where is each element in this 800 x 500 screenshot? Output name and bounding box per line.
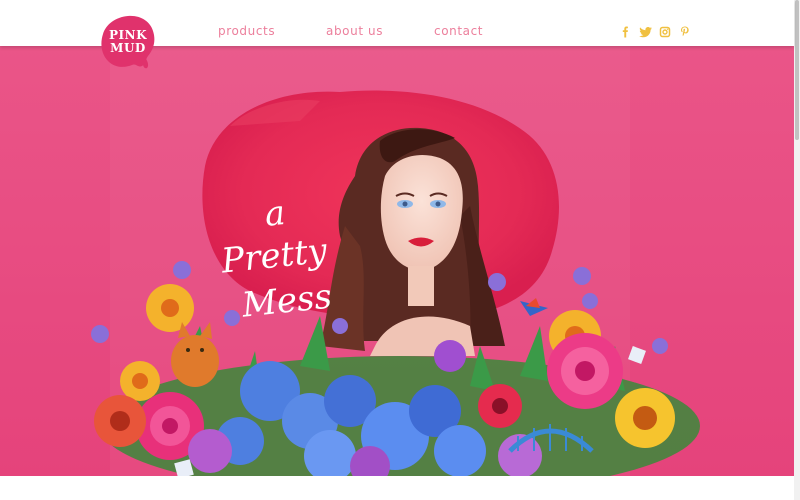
brand-name-line1: PINK bbox=[108, 28, 148, 42]
facebook-icon[interactable] bbox=[620, 25, 630, 39]
nav-link-contact[interactable]: contact bbox=[434, 24, 483, 38]
brand-name-line2: MUD bbox=[110, 41, 146, 55]
tagline-word-3: Mess bbox=[240, 276, 334, 326]
hero-banner: a Pretty Mess bbox=[0, 46, 794, 476]
hero-tagline: a Pretty Mess bbox=[192, 157, 358, 332]
scrollbar-thumb[interactable] bbox=[795, 0, 799, 140]
tagline-word-1: a bbox=[262, 192, 288, 235]
nav-link-products[interactable]: products bbox=[218, 24, 275, 38]
hero-illustration bbox=[0, 46, 794, 476]
nav-link-about-us[interactable]: about us bbox=[326, 24, 383, 38]
tagline-word-2: Pretty bbox=[219, 230, 329, 282]
brand-logo[interactable]: PINK MUD bbox=[98, 13, 158, 71]
instagram-icon[interactable] bbox=[659, 25, 671, 39]
page-footer bbox=[0, 476, 794, 500]
twitter-icon[interactable] bbox=[639, 25, 653, 39]
pinterest-icon[interactable] bbox=[679, 25, 691, 39]
